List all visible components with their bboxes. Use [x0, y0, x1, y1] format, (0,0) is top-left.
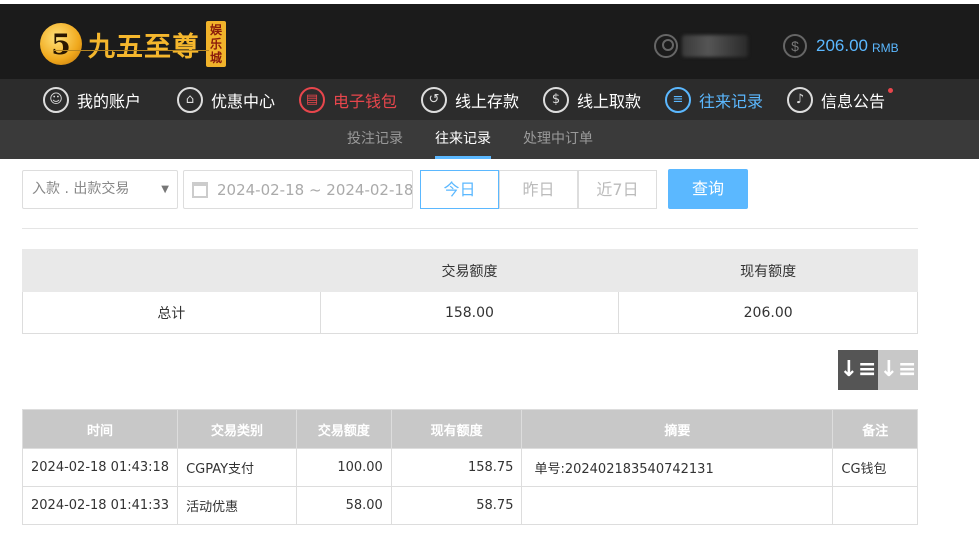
range-7days-button[interactable]: 近7日: [578, 170, 657, 209]
sort-descending-button[interactable]: ↓≡: [838, 350, 878, 390]
username-redacted: [682, 35, 748, 57]
sub-nav: 投注记录 往来记录 处理中订单: [0, 120, 979, 159]
summary-header-amount: 交易额度: [319, 249, 620, 292]
notification-dot: [888, 88, 894, 93]
gift-icon: ⌂: [177, 86, 203, 113]
nav-e-wallet[interactable]: ▤ 电子钱包: [299, 79, 397, 120]
summary-total-amount: 158.00: [319, 291, 620, 334]
cell-balance: 58.75: [390, 486, 523, 525]
date-range-input[interactable]: 2024-02-18 ~ 2024-02-18: [183, 170, 413, 209]
nav-label: 我的账户: [77, 91, 142, 111]
sort-desc-icon: ↓≡: [839, 357, 877, 382]
coin-icon: $: [783, 34, 807, 58]
cell-summary: 单号:202402183540742131: [521, 448, 834, 487]
nav-promotions[interactable]: ⌂ 优惠中心: [177, 79, 275, 120]
transaction-type-select[interactable]: 入款 . 出款交易 ▼: [22, 170, 178, 209]
balance-display: $ 206.00 RMB: [783, 34, 899, 58]
nav-label: 线上存款: [455, 91, 520, 111]
header-remark: 备注: [832, 409, 918, 449]
nav-label: 电子钱包: [333, 91, 398, 111]
cell-time: 2024-02-18 01:41:33: [21, 486, 179, 525]
chevron-down-icon: ▼: [161, 184, 169, 195]
cell-summary: [521, 486, 834, 525]
user-avatar-icon: [654, 34, 678, 58]
records-icon: ≡: [665, 86, 691, 113]
logo-subtitle: 娱乐城: [206, 21, 226, 67]
logo-flourish: [54, 50, 209, 56]
select-value: 入款 . 出款交易: [32, 181, 130, 197]
query-button[interactable]: 查询: [668, 169, 748, 209]
bell-icon: ♪: [787, 86, 813, 113]
divider: [22, 228, 918, 229]
nav-label: 线上取款: [577, 91, 642, 111]
nav-label: 往来记录: [699, 91, 764, 111]
cell-amount: 100.00: [295, 448, 392, 487]
cell-type: 活动优惠: [177, 486, 297, 525]
summary-table: 交易额度 现有额度 总计 158.00 206.00: [22, 249, 918, 334]
user-icon: ☺: [43, 86, 69, 113]
cell-remark: CG钱包: [832, 448, 918, 487]
sort-asc-icon: ↓≡: [879, 357, 917, 382]
logo-text: 九五至尊: [88, 31, 200, 63]
range-yesterday-button[interactable]: 昨日: [499, 170, 578, 209]
summary-total-label: 总计: [22, 291, 321, 334]
records-table: 时间 交易类别 交易额度 现有额度 摘要 备注 2024-02-18 01:43…: [21, 409, 918, 525]
nav-transaction-records[interactable]: ≡ 往来记录: [665, 79, 763, 120]
balance-amount: 206.00: [816, 36, 868, 55]
user-info[interactable]: [654, 34, 748, 58]
date-range-value: 2024-02-18 ~ 2024-02-18: [217, 180, 413, 199]
nav-announcements[interactable]: ♪ 信息公告: [787, 79, 894, 120]
wallet-icon: ▤: [299, 86, 325, 113]
table-row: 2024-02-18 01:43:18 CGPAY支付 100.00 158.7…: [21, 448, 918, 487]
site-logo[interactable]: 5 九五至尊 娱乐城: [40, 17, 226, 71]
header-type: 交易类别: [177, 409, 297, 449]
balance-currency: RMB: [872, 41, 899, 55]
summary-header-balance: 现有额度: [618, 249, 918, 292]
deposit-icon: ↺: [421, 86, 447, 113]
nav-online-withdraw[interactable]: $ 线上取款: [543, 79, 641, 120]
summary-total-balance: 206.00: [618, 291, 918, 334]
header-time: 时间: [21, 409, 179, 449]
sort-ascending-button[interactable]: ↓≡: [878, 350, 918, 390]
header-balance: 现有额度: [390, 409, 523, 449]
tab-bet-records[interactable]: 投注记录: [347, 120, 403, 159]
nav-label: 信息公告: [821, 91, 886, 111]
top-header: 5 九五至尊 娱乐城 $ 206.00 RMB: [0, 0, 979, 79]
nav-online-deposit[interactable]: ↺ 线上存款: [421, 79, 519, 120]
records-header-row: 时间 交易类别 交易额度 现有额度 摘要 备注: [21, 409, 918, 449]
nav-my-account[interactable]: ☺ 我的账户: [43, 79, 141, 120]
cell-balance: 158.75: [390, 448, 523, 487]
tab-pending-orders[interactable]: 处理中订单: [523, 120, 593, 159]
header-summary: 摘要: [521, 409, 834, 449]
withdraw-icon: $: [543, 86, 569, 113]
cell-amount: 58.00: [295, 486, 392, 525]
summary-header-row: 交易额度 现有额度: [22, 249, 918, 292]
header-amount: 交易额度: [295, 409, 392, 449]
summary-total-row: 总计 158.00 206.00: [22, 291, 918, 334]
table-row: 2024-02-18 01:41:33 活动优惠 58.00 58.75: [21, 486, 918, 525]
tab-transaction-records[interactable]: 往来记录: [435, 120, 491, 159]
cell-time: 2024-02-18 01:43:18: [21, 448, 179, 487]
cell-remark: [832, 486, 918, 525]
range-today-button[interactable]: 今日: [420, 170, 499, 209]
main-nav: ☺ 我的账户 ⌂ 优惠中心 ▤ 电子钱包 ↺ 线上存款 $ 线上取款 ≡ 往来记…: [0, 79, 979, 120]
nav-label: 优惠中心: [211, 91, 276, 111]
logo-mark: 5: [40, 23, 82, 65]
calendar-icon: [192, 181, 208, 198]
summary-header-blank: [22, 249, 321, 292]
cell-type: CGPAY支付: [177, 448, 297, 487]
